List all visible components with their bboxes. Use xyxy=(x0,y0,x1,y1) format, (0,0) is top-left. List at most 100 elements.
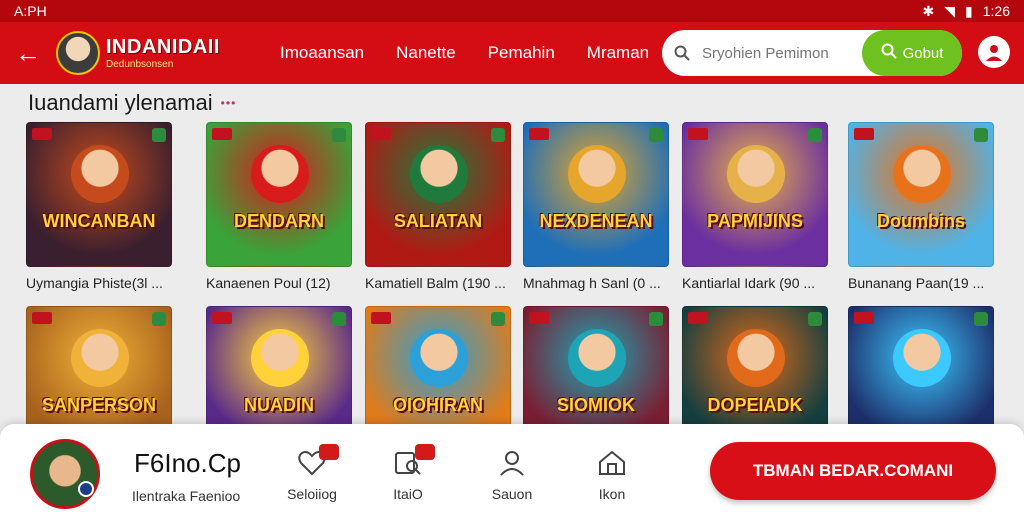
logo-mascot-icon xyxy=(56,31,100,75)
heart-chat-icon xyxy=(295,444,339,480)
nav-item-4[interactable]: Mraman xyxy=(571,43,665,63)
game-card[interactable]: WINCANBAN Uymangia Phiste(3l ... xyxy=(26,122,172,291)
game-art-title: PAPMIJINS xyxy=(707,211,803,231)
nav-item-2[interactable]: Nanette xyxy=(380,43,472,63)
game-thumbnail[interactable]: Doumbins xyxy=(848,122,994,267)
game-art-title: SIOMIOK xyxy=(556,395,635,415)
character-figure xyxy=(71,145,129,203)
game-card[interactable]: NEXDENEAN Mnahmag h Sanl (0 ... xyxy=(523,122,669,291)
rating-badge-icon xyxy=(808,128,822,142)
game-card[interactable]: DENDARN Kanaenen Poul (12) xyxy=(206,122,352,291)
tab-label: ItaiO xyxy=(393,486,423,502)
search-button-icon xyxy=(881,43,897,63)
section-title-text: Iuandami ylenamai xyxy=(28,90,213,115)
profile-icon[interactable] xyxy=(978,36,1010,68)
age-badge-icon xyxy=(212,128,232,140)
age-badge-icon xyxy=(212,312,232,324)
game-caption: Kamatiell Balm (190 ... xyxy=(365,275,506,291)
tab-label: Ikon xyxy=(598,486,626,502)
game-thumbnail[interactable]: NEXDENEAN xyxy=(523,122,669,267)
logo-subtitle: Dedunbsonsen xyxy=(106,59,174,70)
person-icon xyxy=(495,446,529,480)
rating-badge-icon xyxy=(152,128,166,142)
nav-item-3[interactable]: Pemahin xyxy=(472,43,571,63)
search-button-label: Gobut xyxy=(902,44,944,62)
age-badge-icon xyxy=(32,312,52,324)
game-caption: Uymangia Phiste(3l ... xyxy=(26,275,163,291)
rating-badge-icon xyxy=(974,312,988,326)
game-art-title: NEXDENEAN xyxy=(539,211,653,231)
nav-item-1[interactable]: Imoaansan xyxy=(264,43,380,63)
notification-badge xyxy=(415,444,435,460)
game-card[interactable]: SALIATAN Kamatiell Balm (190 ... xyxy=(365,122,511,291)
character-figure xyxy=(251,329,309,387)
section-title: Iuandami ylenamai ••• xyxy=(28,90,236,116)
game-caption: Mnahmag h Sanl (0 ... xyxy=(523,275,661,291)
age-badge-icon xyxy=(371,312,391,324)
search-icon xyxy=(662,45,702,61)
user-subtitle: Ilentraka Faenioo xyxy=(132,488,241,504)
status-bar: A:PH ✱ ◥ ▮ 1:26 xyxy=(0,0,1024,22)
age-badge-icon xyxy=(854,312,874,324)
game-art-title: SANPERSON xyxy=(41,395,157,415)
flag-icon xyxy=(78,481,94,497)
tab-profile[interactable]: Sauon xyxy=(480,446,544,502)
game-art-title: SALIATAN xyxy=(393,211,483,231)
bottom-bar: F6Ino.Cp Ilentraka Faenioo Seloiiog Itai… xyxy=(0,424,1024,512)
game-card[interactable]: PAPMIJINS Kantiarlal Idark (90 ... xyxy=(682,122,828,291)
rating-badge-icon xyxy=(152,312,166,326)
age-badge-icon xyxy=(854,128,874,140)
notification-badge xyxy=(319,444,339,460)
rating-badge-icon xyxy=(491,312,505,326)
bluetooth-icon: ✱ xyxy=(922,2,935,19)
rating-badge-icon xyxy=(491,128,505,142)
tab-favorites[interactable]: Seloiiog xyxy=(280,444,344,502)
age-badge-icon xyxy=(688,312,708,324)
character-figure xyxy=(568,329,626,387)
more-dots-icon[interactable]: ••• xyxy=(221,96,237,110)
rating-badge-icon xyxy=(332,312,346,326)
game-caption: Bunanang Paan(19 ... xyxy=(848,275,985,291)
rating-badge-icon xyxy=(332,128,346,142)
game-card[interactable]: Doumbins Bunanang Paan(19 ... xyxy=(848,122,994,291)
character-figure xyxy=(893,145,951,203)
character-figure xyxy=(410,145,468,203)
logo-title: INDANIDAII xyxy=(106,36,220,58)
game-caption: Kantiarlal Idark (90 ... xyxy=(682,275,816,291)
game-thumbnail[interactable]: PAPMIJINS xyxy=(682,122,828,267)
user-name[interactable]: F6Ino.Cp xyxy=(134,448,241,479)
game-caption: Kanaenen Poul (12) xyxy=(206,275,331,291)
age-badge-icon xyxy=(529,312,549,324)
age-badge-icon xyxy=(688,128,708,140)
rating-badge-icon xyxy=(649,128,663,142)
wifi-icon: ◥ xyxy=(944,2,956,19)
home-icon xyxy=(595,446,629,480)
age-badge-icon xyxy=(32,128,52,140)
app-bar: ← INDANIDAII Dedunbsonsen Imoaansan Nane… xyxy=(0,22,1024,84)
search-button[interactable]: Gobut xyxy=(862,30,962,76)
game-art-title: WINCANBAN xyxy=(42,211,156,231)
top-nav: Imoaansan Nanette Pemahin Mraman xyxy=(264,43,665,63)
tab-label: Seloiiog xyxy=(287,486,337,502)
game-art-title: OIOHIRAN xyxy=(393,395,483,415)
search-bar: Gobut xyxy=(662,30,962,76)
game-art-title: NUADIN xyxy=(244,395,314,415)
rating-badge-icon xyxy=(974,128,988,142)
game-art-title: Doumbins xyxy=(877,211,965,231)
search-doc-icon xyxy=(391,444,435,480)
game-thumbnail[interactable]: SALIATAN xyxy=(365,122,511,267)
character-figure xyxy=(727,329,785,387)
status-time: 1:26 xyxy=(982,3,1010,19)
age-badge-icon xyxy=(371,128,391,140)
tab-home[interactable]: Ikon xyxy=(580,446,644,502)
back-arrow-icon[interactable]: ← xyxy=(0,22,56,84)
game-thumbnail[interactable]: DENDARN xyxy=(206,122,352,267)
status-icons: ✱ ◥ ▮ 1:26 xyxy=(923,3,1010,20)
tab-search[interactable]: ItaiO xyxy=(376,444,440,502)
user-avatar[interactable] xyxy=(30,439,100,509)
cta-button[interactable]: TBMAN BEDAR.COMANI xyxy=(710,442,996,500)
rating-badge-icon xyxy=(808,312,822,326)
app-logo[interactable]: INDANIDAII Dedunbsonsen xyxy=(56,25,256,81)
game-thumbnail[interactable]: WINCANBAN xyxy=(26,122,172,267)
character-figure xyxy=(410,329,468,387)
